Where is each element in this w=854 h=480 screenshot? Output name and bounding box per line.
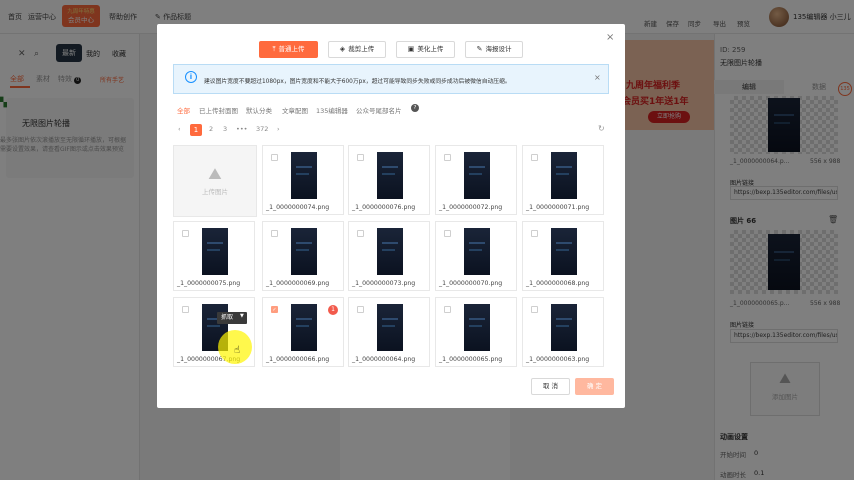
- poster-design-button[interactable]: ✎ 海报设计: [465, 41, 523, 58]
- image-thumb: [202, 228, 228, 275]
- prev-page-button[interactable]: ‹: [178, 125, 181, 133]
- image-thumb: [291, 304, 317, 351]
- image-tile[interactable]: _1_0000000068.png: [522, 221, 604, 291]
- page-3[interactable]: 3: [223, 125, 227, 133]
- image-tile[interactable]: _1_0000000075.png: [173, 221, 255, 291]
- image-tile[interactable]: _1_0000000065.png: [435, 297, 517, 367]
- cancel-button[interactable]: 取 消: [531, 378, 570, 395]
- next-page-button[interactable]: ›: [277, 125, 280, 133]
- category-all[interactable]: 全部: [177, 105, 190, 115]
- image-tile[interactable]: _1_0000000063.png: [522, 297, 604, 367]
- image-filename: _1_0000000073.png: [352, 280, 416, 287]
- tile-checkbox[interactable]: [531, 154, 538, 161]
- tile-checkbox[interactable]: [531, 230, 538, 237]
- image-tile[interactable]: _1_0000000074.png: [262, 145, 344, 215]
- selection-order-badge: 1: [328, 305, 338, 315]
- image-thumb: [464, 152, 490, 199]
- image-filename: _1_0000000065.png: [439, 356, 503, 363]
- category-135editor[interactable]: 135编辑器: [316, 105, 348, 115]
- image-filename: _1_0000000071.png: [526, 204, 590, 211]
- beautify-upload-button[interactable]: ▣ 美化上传: [396, 41, 455, 58]
- tile-checkbox[interactable]: [271, 154, 278, 161]
- image-tile[interactable]: _1_0000000070.png: [435, 221, 517, 291]
- image-tile[interactable]: _1_0000000076.png: [348, 145, 430, 215]
- image-icon: ⛰: [208, 164, 222, 183]
- image-thumb: [291, 228, 317, 275]
- image-tile[interactable]: _1_0000000073.png: [348, 221, 430, 291]
- tile-checkbox[interactable]: [182, 306, 189, 313]
- image-thumb: [464, 304, 490, 351]
- close-icon[interactable]: ×: [594, 73, 601, 82]
- close-icon[interactable]: ×: [606, 32, 614, 43]
- upload-image-tile[interactable]: ⛰ 上传图片: [173, 145, 257, 217]
- tile-checkbox[interactable]: [357, 154, 364, 161]
- tile-checkbox[interactable]: [444, 306, 451, 313]
- image-tile[interactable]: _1_0000000064.png: [348, 297, 430, 367]
- last-page[interactable]: 372: [256, 125, 268, 133]
- tile-checkbox[interactable]: [357, 306, 364, 313]
- page-ellipsis[interactable]: •••: [236, 125, 248, 133]
- image-tile[interactable]: _1_0000000072.png: [435, 145, 517, 215]
- tile-checkbox[interactable]: [271, 230, 278, 237]
- upload-image-label: 上传图片: [202, 188, 228, 196]
- image-thumb: [551, 228, 577, 275]
- tile-checkbox-checked[interactable]: ✓: [271, 306, 278, 313]
- category-uploaded-covers[interactable]: 已上传封面图: [199, 105, 238, 115]
- normal-upload-button[interactable]: ⤒ 普通上传: [259, 41, 318, 58]
- image-thumb: [291, 152, 317, 199]
- image-filename: _1_0000000072.png: [439, 204, 503, 211]
- image-filename: _1_0000000076.png: [352, 204, 416, 211]
- image-thumb: [551, 304, 577, 351]
- beautify-icon: ▣: [407, 45, 415, 53]
- tile-checkbox[interactable]: [444, 230, 451, 237]
- page-2[interactable]: 2: [209, 125, 213, 133]
- page-1[interactable]: 1: [190, 124, 202, 136]
- image-filename: _1_0000000075.png: [177, 280, 241, 287]
- image-thumb: [377, 152, 403, 199]
- help-icon[interactable]: ?: [411, 104, 419, 112]
- hand-cursor-icon: ☝: [234, 345, 241, 356]
- image-filename: _1_0000000069.png: [266, 280, 330, 287]
- image-filename: _1_0000000070.png: [439, 280, 503, 287]
- category-account-footer[interactable]: 公众号尾部名片: [356, 105, 402, 115]
- image-thumb: [551, 152, 577, 199]
- tile-checkbox[interactable]: [182, 230, 189, 237]
- upload-icon: ⤒: [272, 45, 276, 53]
- tile-checkbox[interactable]: [357, 230, 364, 237]
- category-article-images[interactable]: 文章配图: [282, 105, 308, 115]
- category-default[interactable]: 默认分类: [246, 105, 272, 115]
- image-tile[interactable]: _1_0000000069.png: [262, 221, 344, 291]
- caret-down-icon[interactable]: ▼: [240, 313, 244, 319]
- image-filename: _1_0000000063.png: [526, 356, 590, 363]
- confirm-button[interactable]: 确 定: [575, 378, 614, 395]
- image-thumb: [464, 228, 490, 275]
- image-filename: _1_0000000074.png: [266, 204, 330, 211]
- image-thumb: [377, 304, 403, 351]
- crop-upload-button[interactable]: ◈ 裁剪上传: [328, 41, 386, 58]
- image-filename: _1_0000000066.png: [266, 356, 330, 363]
- image-filename: _1_0000000068.png: [526, 280, 590, 287]
- tile-checkbox[interactable]: [531, 306, 538, 313]
- image-thumb: [377, 228, 403, 275]
- image-filename: _1_0000000064.png: [352, 356, 416, 363]
- edit-icon: ✎: [476, 45, 483, 53]
- notice-text: 建议图片宽度不要超过1080px，图片宽度和不能大于600万px，超过可能导致同…: [204, 79, 511, 85]
- image-tile[interactable]: _1_0000000071.png: [522, 145, 604, 215]
- tile-checkbox[interactable]: [444, 154, 451, 161]
- refresh-icon[interactable]: ↻: [598, 124, 605, 133]
- crop-icon: ◈: [339, 45, 346, 53]
- info-icon: i: [185, 71, 197, 83]
